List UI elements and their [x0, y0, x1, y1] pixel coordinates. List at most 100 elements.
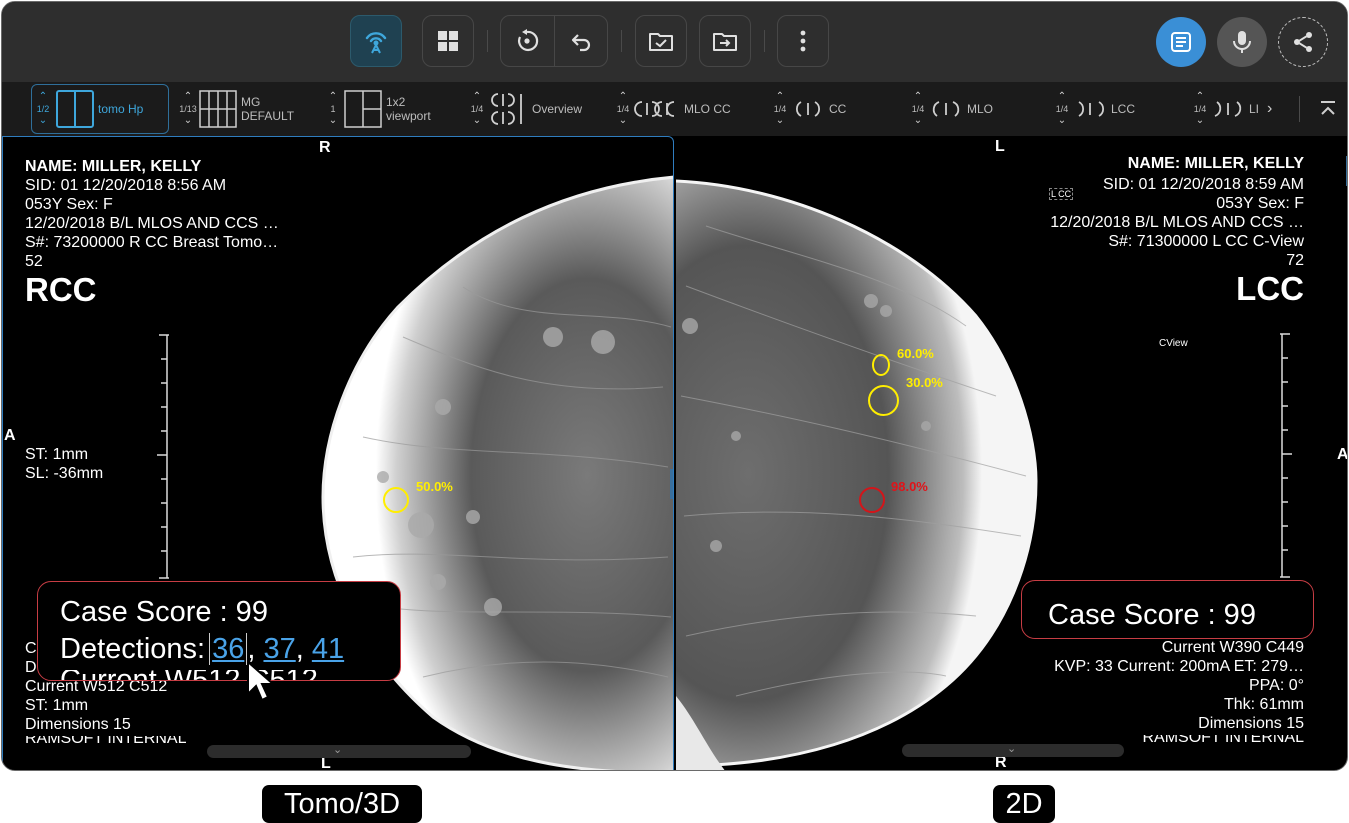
mark-read-button[interactable]: [635, 15, 687, 67]
detection-score: 30.0%: [906, 375, 943, 390]
orient-top-label: R: [319, 139, 331, 156]
grid-icon: [438, 31, 458, 51]
layout-item-overview[interactable]: ⌃ 1/4 ⌄ Overview: [466, 84, 582, 134]
image-number: 52: [25, 253, 43, 270]
slice-location: SL: -36mm: [25, 465, 104, 482]
history-button-group: [500, 15, 608, 67]
breast-lmlo-icon: [1214, 101, 1242, 117]
caption-2d: 2D: [993, 785, 1055, 823]
chevron-down-icon: ⌄: [333, 744, 343, 756]
hanging-protocol-bar: ⌃ 1/2 ⌄ tomo Hp ⌃ 1/13 ⌄ MG DEFAULT ⌃ 1 ⌄ 1x2 vi…: [2, 82, 1347, 136]
study-id-datetime: SID: 01 12/20/2018 8:56 AM: [25, 177, 227, 194]
cview-label: CView: [1159, 338, 1188, 349]
viewport-left-tomo[interactable]: R A L NAME: MILLER, KELLY SID: 01 12/20/…: [2, 136, 674, 770]
undo-icon: [571, 34, 590, 52]
layout-grid-button[interactable]: [422, 15, 474, 67]
breast-cc-icon: [795, 101, 821, 117]
ruler-scale: [1280, 333, 1292, 578]
layout-item-mlo-cc[interactable]: ⌃ 1/4 ⌄ MLO CC: [612, 84, 731, 134]
layout-bar-divider: [1299, 96, 1300, 122]
left-scroll-indicator[interactable]: [670, 469, 673, 499]
orient-top-label: L: [995, 138, 1005, 155]
layout-item-tomo-hp[interactable]: ⌃ 1/2 ⌄ tomo Hp: [31, 84, 169, 134]
breast-views-icon: [491, 93, 522, 125]
dimensions: Dimensions 15: [25, 716, 131, 733]
report-button[interactable]: [1156, 17, 1206, 67]
detection-circle[interactable]: [872, 354, 890, 376]
left-scroll-handle[interactable]: ⌄: [207, 744, 471, 758]
series-description: S#: 71300000 L CC C-View: [1108, 233, 1304, 250]
image-number: 72: [1286, 252, 1304, 269]
share-icon: [1294, 32, 1312, 52]
collapse-up-icon: [1321, 101, 1335, 115]
lcc-marker: L CC: [1049, 188, 1074, 200]
right-scroll-indicator[interactable]: [1346, 156, 1347, 186]
dimensions: Dimensions 15: [1198, 715, 1304, 732]
reset-button[interactable]: [501, 16, 554, 66]
orient-right-label: A: [1337, 446, 1348, 463]
detections-row: Detections: 36, 37, 41: [60, 633, 345, 665]
layout-item-li[interactable]: ⌃ 1/4 ⌄ LI ›: [1189, 84, 1273, 134]
broadcast-icon: [365, 32, 387, 54]
breast-mlo-icon: [932, 101, 960, 117]
breast-views-icon: [634, 101, 675, 117]
slice-thickness-bottom: ST: 1mm: [25, 697, 89, 714]
slice-thickness: ST: 1mm: [25, 446, 89, 463]
case-score: Case Score : 99: [60, 596, 268, 628]
undo-button[interactable]: [554, 16, 607, 66]
layout-item-cc[interactable]: ⌃ 1/4 ⌄ CC: [769, 84, 847, 134]
folder-import-icon: [713, 33, 737, 51]
overlay-line-d: D: [25, 659, 37, 676]
detection-link-41[interactable]: 41: [312, 633, 344, 665]
detection-link-36[interactable]: 36: [209, 633, 248, 665]
patient-age-sex: 053Y Sex: F: [1216, 195, 1304, 212]
detection-score: 60.0%: [897, 346, 934, 361]
exposure-params: KVP: 33 Current: 200mA ET: 279…: [1054, 658, 1304, 675]
case-score-panel: Case Score : 99: [1021, 580, 1314, 639]
scroll-right-icon[interactable]: ›: [1267, 100, 1272, 118]
mic-icon: [1233, 31, 1251, 53]
toolbar-divider: [487, 30, 488, 52]
layout-stepper[interactable]: ⌃ 1/2 ⌄: [32, 91, 54, 127]
institution: RAMSOFT INTERNAL: [1142, 735, 1305, 746]
institution: RAMSOFT INTERNAL: [25, 736, 187, 747]
series-description: S#: 73200000 R CC Breast Tomo…: [25, 234, 279, 251]
more-options-button[interactable]: [777, 15, 829, 67]
import-button[interactable]: [699, 15, 751, 67]
layout-item-lcc[interactable]: ⌃ 1/4 ⌄ LCC: [1051, 84, 1135, 134]
broadcast-button[interactable]: [350, 15, 402, 67]
chevron-down-icon: ⌄: [1007, 743, 1017, 755]
top-toolbar: [2, 2, 1347, 82]
patient-name: NAME: MILLER, KELLY: [25, 158, 202, 175]
ppa-angle: PPA: 0°: [1248, 677, 1304, 694]
layout-grid-8-icon: [199, 90, 237, 128]
mouse-cursor-icon: [247, 660, 276, 702]
ruler-scale: [157, 334, 169, 579]
share-button[interactable]: [1278, 17, 1328, 67]
overlay-line-c: C: [25, 640, 37, 657]
toolbar-divider: [621, 30, 622, 52]
layout-item-mlo[interactable]: ⌃ 1/4 ⌄ MLO: [907, 84, 993, 134]
detection-score-high: 98.0%: [891, 479, 928, 494]
viewport-right-2d[interactable]: L A R NAME: MILLER, KELLY SID: 01 12/20/…: [676, 136, 1348, 770]
collapse-toolbar-button[interactable]: [1314, 94, 1342, 124]
caption-tomo: Tomo/3D: [262, 785, 422, 823]
case-score: Case Score : 99: [1048, 599, 1256, 631]
orient-left-label: A: [4, 427, 16, 444]
detection-score: 50.0%: [416, 479, 453, 494]
view-label: LCC: [1236, 270, 1304, 307]
toolbar-divider: [764, 30, 765, 52]
study-id-datetime: SID: 01 12/20/2018 8:59 AM: [1102, 176, 1304, 193]
window-level: Current W390 C449: [1161, 639, 1304, 656]
dictation-button[interactable]: [1217, 17, 1267, 67]
detection-circle[interactable]: [383, 487, 409, 513]
detection-circle-high[interactable]: [859, 487, 885, 513]
view-label: RCC: [25, 271, 97, 308]
viewer-app: ⌃ 1/2 ⌄ tomo Hp ⌃ 1/13 ⌄ MG DEFAULT ⌃ 1 ⌄ 1x2 vi…: [1, 1, 1348, 771]
layout-item-1x2-viewport[interactable]: ⌃ 1 ⌄ 1x2 viewport: [322, 84, 431, 134]
right-scroll-handle[interactable]: ⌄: [902, 743, 1124, 757]
rotate-reset-icon: [518, 29, 539, 51]
layout-item-mg-default[interactable]: ⌃ 1/13 ⌄ MG DEFAULT: [177, 84, 294, 134]
detection-circle[interactable]: [868, 385, 899, 416]
patient-name: NAME: MILLER, KELLY: [1127, 155, 1304, 172]
